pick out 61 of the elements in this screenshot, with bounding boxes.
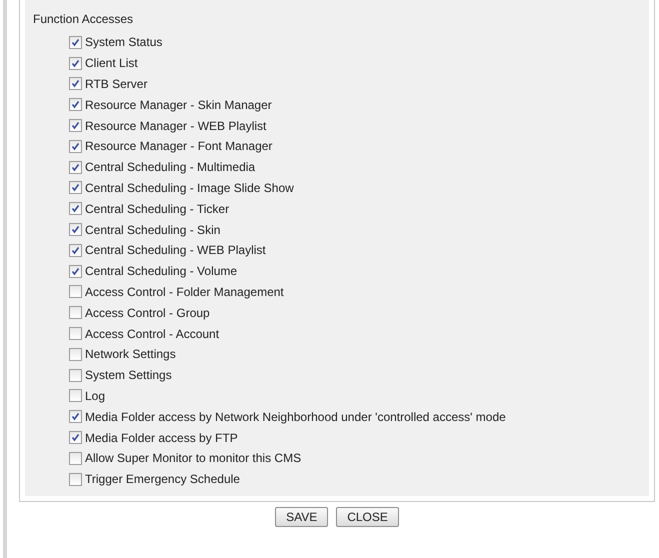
check-icon xyxy=(71,204,80,214)
option-label: Trigger Emergency Schedule xyxy=(85,472,240,486)
check-icon xyxy=(71,412,80,422)
check-icon xyxy=(71,162,80,172)
checkbox[interactable] xyxy=(69,327,82,340)
check-icon xyxy=(71,142,80,151)
checkbox[interactable] xyxy=(69,140,82,153)
check-icon xyxy=(71,433,80,442)
option-label: Central Scheduling - Image Slide Show xyxy=(85,180,294,195)
checkbox[interactable] xyxy=(69,98,82,112)
close-button[interactable]: CLOSE xyxy=(336,506,399,527)
checkbox[interactable] xyxy=(69,56,82,70)
option-label: Allow Super Monitor to monitor this CMS xyxy=(85,451,302,466)
save-button[interactable]: SAVE xyxy=(275,506,328,527)
option-label: Resource Manager - WEB Playlist xyxy=(85,118,266,133)
option-label: RTB Server xyxy=(85,76,148,91)
checkbox[interactable] xyxy=(69,348,82,361)
option-label: System Settings xyxy=(85,368,172,382)
checkbox[interactable] xyxy=(69,472,82,486)
checkbox[interactable] xyxy=(69,223,82,236)
checkbox[interactable] xyxy=(69,181,82,194)
check-icon xyxy=(71,246,80,255)
checkbox[interactable] xyxy=(69,285,82,298)
checkbox[interactable] xyxy=(69,389,82,402)
checkbox[interactable] xyxy=(69,452,82,465)
check-icon xyxy=(71,266,80,276)
option-label: Media Folder access by Network Neighborhood under 'controlled access' mode xyxy=(85,410,506,424)
checkbox[interactable] xyxy=(69,244,82,257)
option-label: Central Scheduling - Skin xyxy=(85,222,220,237)
check-icon xyxy=(71,38,80,47)
check-icon xyxy=(71,225,80,234)
checkbox[interactable] xyxy=(69,36,82,49)
option-label: Central Scheduling - Volume xyxy=(85,264,238,278)
option-label: System Status xyxy=(85,35,162,50)
option-label: Network Settings xyxy=(85,347,176,362)
option-label: Access Control - Folder Management xyxy=(85,284,284,299)
checkbox[interactable] xyxy=(69,431,82,444)
check-icon xyxy=(71,79,80,88)
option-label: Media Folder access by FTP xyxy=(85,430,238,445)
checkbox[interactable] xyxy=(69,410,82,424)
checkbox[interactable] xyxy=(69,264,82,278)
checkbox[interactable] xyxy=(69,77,82,90)
option-label: Central Scheduling - Multimedia xyxy=(85,160,256,174)
checkbox[interactable] xyxy=(69,202,82,216)
check-icon xyxy=(71,58,80,68)
check-icon xyxy=(71,183,80,192)
option-label: Client List xyxy=(85,56,138,70)
checkbox[interactable] xyxy=(69,306,82,320)
checkbox[interactable] xyxy=(69,368,82,382)
checkbox[interactable] xyxy=(69,160,82,174)
option-label: Log xyxy=(85,388,106,403)
option-label: Resource Manager - Font Manager xyxy=(85,139,272,154)
option-label: Access Control - Account xyxy=(85,326,220,341)
option-label: Central Scheduling - Ticker xyxy=(85,202,230,216)
check-icon xyxy=(71,100,80,110)
check-icon xyxy=(71,121,80,130)
checkbox[interactable] xyxy=(69,119,82,132)
section-title: Function Accesses xyxy=(33,12,134,26)
option-label: Resource Manager - Skin Manager xyxy=(85,98,272,112)
option-label: Access Control - Group xyxy=(85,306,210,320)
option-label: Central Scheduling - WEB Playlist xyxy=(85,243,266,258)
